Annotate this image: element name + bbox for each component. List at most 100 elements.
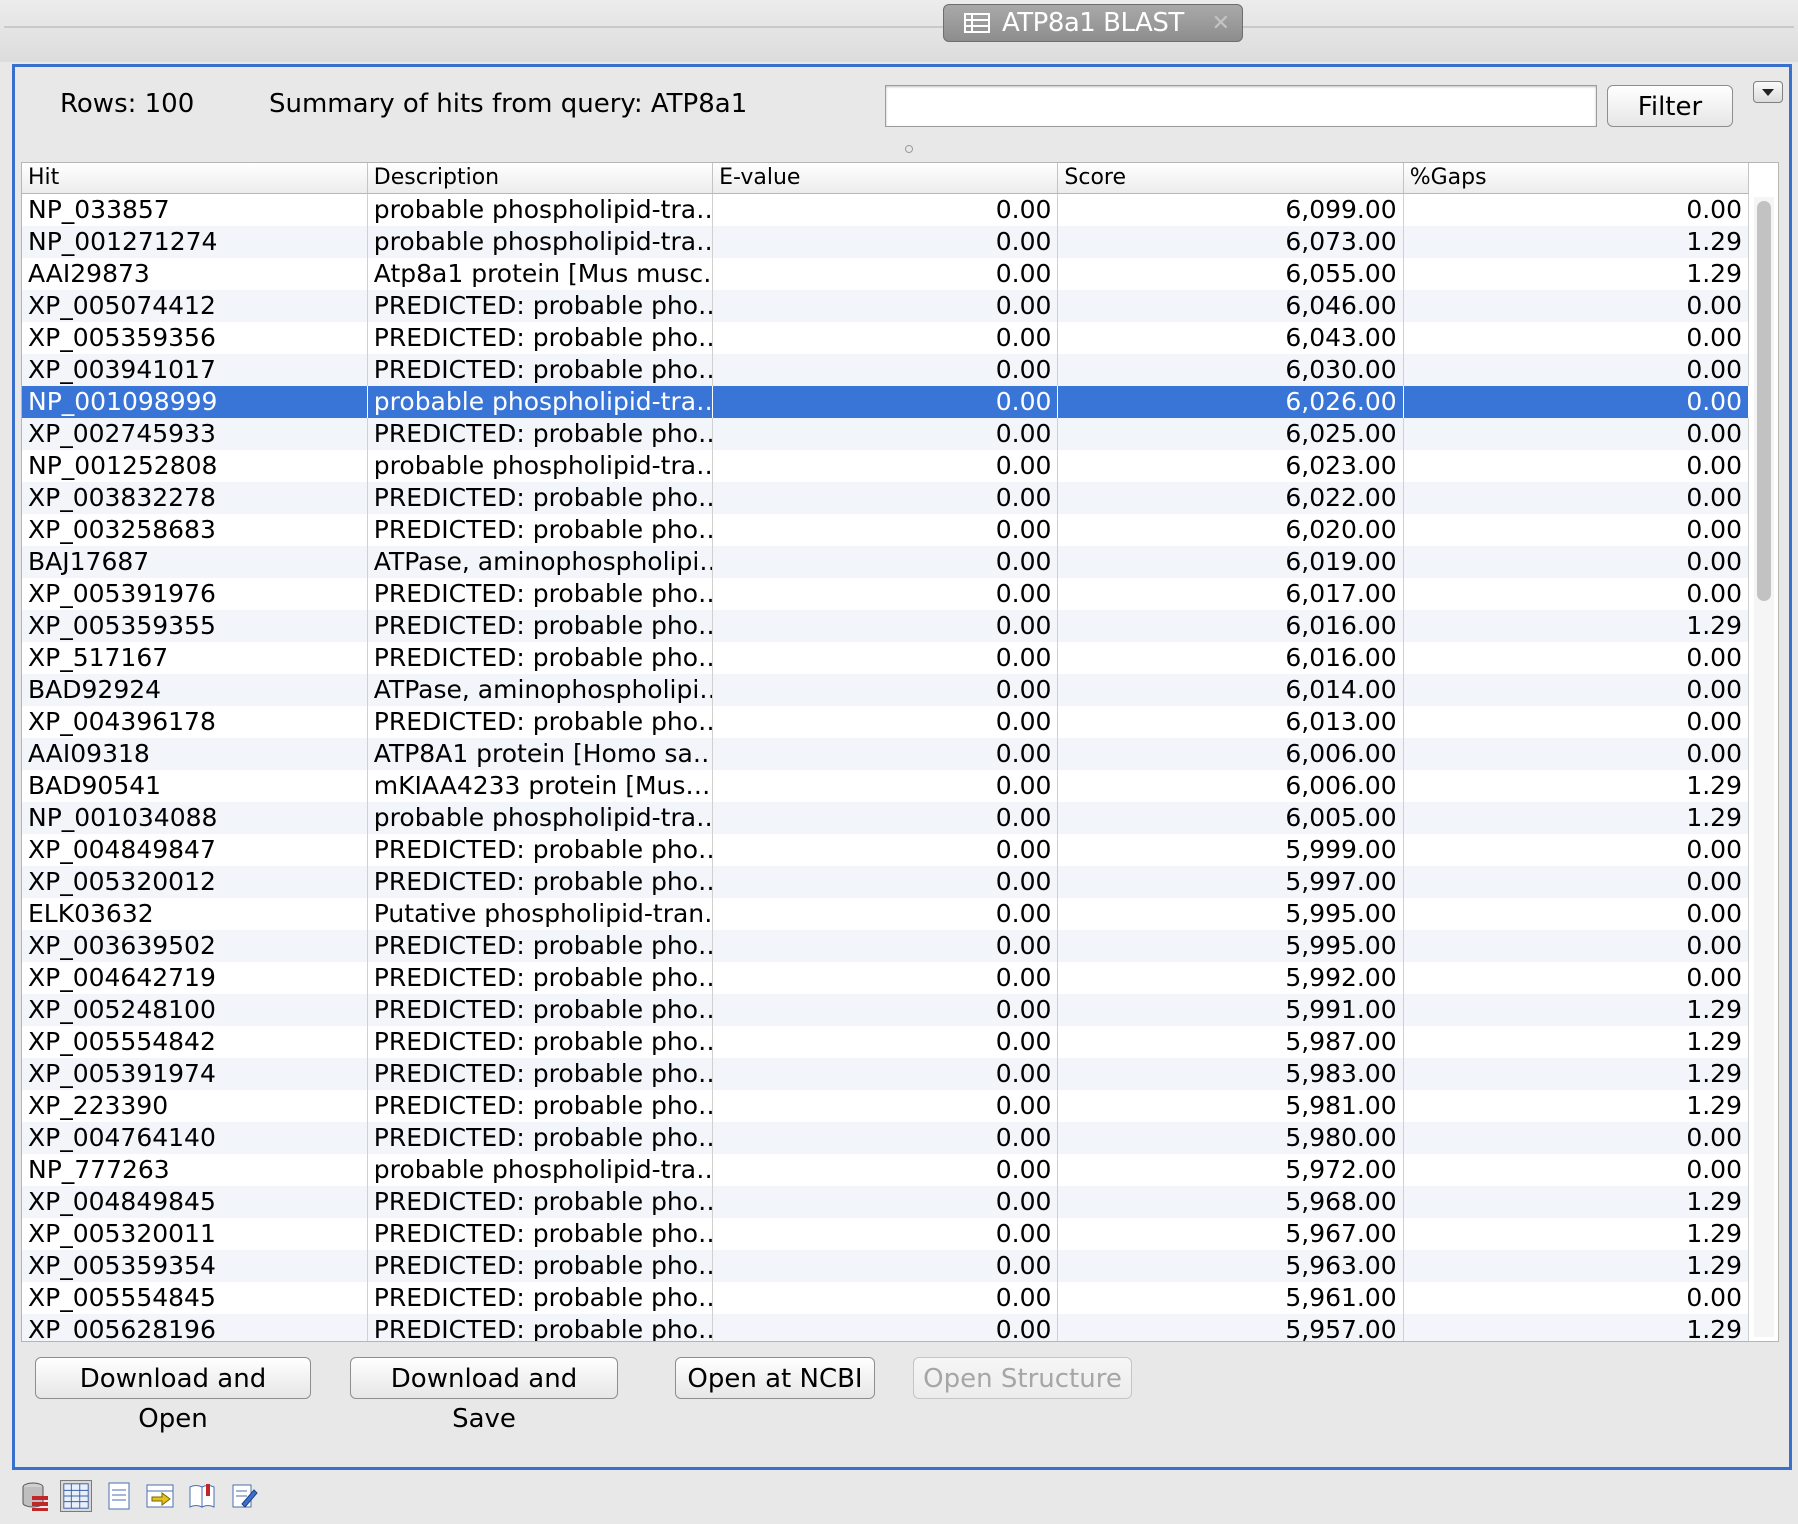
cell-gaps: 0.00 (1403, 417, 1750, 450)
close-icon[interactable]: ✕ (1212, 11, 1230, 36)
table-row[interactable]: XP_005320012 PREDICTED: probable pho… 0.00… (22, 865, 1750, 898)
table-row[interactable]: XP_004764140 PREDICTED: probable pho… 0.00… (22, 1121, 1750, 1154)
cell-evalue: 0.00 (712, 225, 1059, 258)
table-row[interactable]: AAI09318 ATP8A1 protein [Homo sa… 0.00 6,00… (22, 737, 1750, 770)
cell-description: PREDICTED: probable pho… (367, 1025, 714, 1058)
export-icon[interactable] (144, 1480, 176, 1512)
cell-description: PREDICTED: probable pho… (367, 993, 714, 1026)
open-at-ncbi-button[interactable]: Open at NCBI (675, 1357, 875, 1399)
cell-hit: XP_003941017 (22, 353, 368, 386)
cell-gaps: 0.00 (1403, 449, 1750, 482)
chevron-down-icon[interactable] (1753, 81, 1783, 103)
table-row[interactable]: XP_005359356 PREDICTED: probable pho… 0.00… (22, 321, 1750, 354)
table-row[interactable]: NP_777263 probable phospholipid-tra… 0.00 5… (22, 1153, 1750, 1186)
table-row[interactable]: XP_004642719 PREDICTED: probable pho… 0.00… (22, 961, 1750, 994)
table-row[interactable]: BAD90541 mKIAA4233 protein [Mus… 0.00 6,006… (22, 769, 1750, 802)
filter-input[interactable] (885, 85, 1597, 127)
cell-hit: XP_005391976 (22, 577, 368, 610)
cell-score: 6,025.00 (1057, 417, 1404, 450)
edit-document-icon[interactable] (228, 1480, 260, 1512)
table-view-icon[interactable] (60, 1480, 92, 1512)
cell-description: probable phospholipid-tra… (367, 801, 714, 834)
splitter-handle[interactable] (905, 145, 913, 153)
cell-hit: XP_517167 (22, 641, 368, 674)
cell-gaps: 0.00 (1403, 513, 1750, 546)
cell-score: 6,013.00 (1057, 705, 1404, 738)
table-row[interactable]: XP_005074412 PREDICTED: probable pho… 0.00… (22, 289, 1750, 322)
cell-evalue: 0.00 (712, 609, 1059, 642)
column-header-description[interactable]: Description (367, 163, 714, 194)
table-row[interactable]: BAD92924 ATPase, aminophospholipi… 0.00 6,0… (22, 673, 1750, 706)
hits-table-container: Hit Description E-value Score %Gaps NP_0… (21, 162, 1779, 1342)
table-row[interactable]: XP_517167 PREDICTED: probable pho… 0.00 6,0… (22, 641, 1750, 674)
open-structure-button[interactable]: Open Structure (913, 1357, 1132, 1399)
tab-atp8a1-blast[interactable]: ATP8a1 BLAST ✕ (943, 4, 1243, 42)
table-row[interactable]: XP_002745933 PREDICTED: probable pho… 0.00… (22, 417, 1750, 450)
column-header-evalue[interactable]: E-value (712, 163, 1059, 194)
table-row[interactable]: XP_005391974 PREDICTED: probable pho… 0.00… (22, 1057, 1750, 1090)
table-row[interactable]: XP_004849845 PREDICTED: probable pho… 0.00… (22, 1185, 1750, 1218)
download-and-open-button[interactable]: Download and Open (35, 1357, 311, 1434)
cell-hit: XP_005248100 (22, 993, 368, 1026)
table-row[interactable]: XP_005628196 PREDICTED: probable pho… 0.00… (22, 1313, 1750, 1341)
table-row[interactable]: XP_003941017 PREDICTED: probable pho… 0.00… (22, 353, 1750, 386)
cell-description: PREDICTED: probable pho… (367, 417, 714, 450)
column-header-gaps[interactable]: %Gaps (1403, 163, 1750, 194)
cell-hit: XP_004849847 (22, 833, 368, 866)
table-row[interactable]: XP_005248100 PREDICTED: probable pho… 0.00… (22, 993, 1750, 1026)
table-row[interactable]: XP_004396178 PREDICTED: probable pho… 0.00… (22, 705, 1750, 738)
cell-hit: BAJ17687 (22, 545, 368, 578)
table-row[interactable]: NP_001252808 probable phospholipid-tra… 0.… (22, 449, 1750, 482)
table-row[interactable]: XP_005359355 PREDICTED: probable pho… 0.00… (22, 609, 1750, 642)
cell-score: 6,014.00 (1057, 673, 1404, 706)
table-row[interactable]: XP_005320011 PREDICTED: probable pho… 0.00… (22, 1217, 1750, 1250)
table-row[interactable]: XP_005391976 PREDICTED: probable pho… 0.00… (22, 577, 1750, 610)
cell-gaps: 0.00 (1403, 353, 1750, 386)
table-row[interactable]: NP_001034088 probable phospholipid-tra… 0.… (22, 801, 1750, 834)
table-row[interactable]: BAJ17687 ATPase, aminophospholipi… 0.00 6,0… (22, 545, 1750, 578)
cell-hit: XP_005359356 (22, 321, 368, 354)
cell-evalue: 0.00 (712, 1025, 1059, 1058)
table-row[interactable]: NP_001098999 probable phospholipid-tra… 0.… (22, 385, 1750, 418)
blast-results-panel: Rows: 100 Summary of hits from query: AT… (12, 64, 1792, 1470)
table-row[interactable]: NP_001271274 probable phospholipid-tra… 0.… (22, 225, 1750, 258)
scrollbar-thumb[interactable] (1757, 201, 1771, 601)
cell-score: 6,046.00 (1057, 289, 1404, 322)
cell-evalue: 0.00 (712, 769, 1059, 802)
cell-description: PREDICTED: probable pho… (367, 481, 714, 514)
cell-score: 5,967.00 (1057, 1217, 1404, 1250)
column-header-hit[interactable]: Hit (22, 163, 368, 194)
cell-score: 5,991.00 (1057, 993, 1404, 1026)
cell-evalue: 0.00 (712, 385, 1059, 418)
window-titlebar (0, 0, 1798, 62)
table-header-row: Hit Description E-value Score %Gaps (22, 163, 1750, 194)
column-header-score[interactable]: Score (1057, 163, 1404, 194)
cell-description: PREDICTED: probable pho… (367, 1057, 714, 1090)
table-row[interactable]: XP_003258683 PREDICTED: probable pho… 0.00… (22, 513, 1750, 546)
table-row[interactable]: XP_005359354 PREDICTED: probable pho… 0.00… (22, 1249, 1750, 1282)
table-row[interactable]: XP_004849847 PREDICTED: probable pho… 0.00… (22, 833, 1750, 866)
table-row[interactable]: XP_005554842 PREDICTED: probable pho… 0.00… (22, 1025, 1750, 1058)
book-icon[interactable] (186, 1480, 218, 1512)
cell-description: PREDICTED: probable pho… (367, 1313, 714, 1341)
table-row[interactable]: XP_003832278 PREDICTED: probable pho… 0.00… (22, 481, 1750, 514)
table-row[interactable]: ELK03632 Putative phospholipid-tran… 0.00 5… (22, 897, 1750, 930)
cell-gaps: 1.29 (1403, 1185, 1750, 1218)
cell-score: 5,968.00 (1057, 1185, 1404, 1218)
text-view-icon[interactable] (102, 1480, 134, 1512)
vertical-scrollbar[interactable] (1754, 197, 1774, 1337)
filter-button[interactable]: Filter (1607, 85, 1733, 127)
bottom-toolbar (18, 1476, 260, 1516)
table-row[interactable]: XP_003639502 PREDICTED: probable pho… 0.00… (22, 929, 1750, 962)
database-icon[interactable] (18, 1480, 50, 1512)
table-row[interactable]: AAI29873 Atp8a1 protein [Mus musc… 0.00 6,0… (22, 257, 1750, 290)
cell-gaps: 1.29 (1403, 1249, 1750, 1282)
cell-gaps: 1.29 (1403, 1217, 1750, 1250)
cell-score: 5,980.00 (1057, 1121, 1404, 1154)
download-and-save-button[interactable]: Download and Save (350, 1357, 618, 1434)
cell-gaps: 0.00 (1403, 545, 1750, 578)
table-row[interactable]: XP_005554845 PREDICTED: probable pho… 0.00… (22, 1281, 1750, 1314)
table-row[interactable]: NP_033857 probable phospholipid-tra… 0.00 6… (22, 193, 1750, 226)
cell-score: 5,972.00 (1057, 1153, 1404, 1186)
table-row[interactable]: XP_223390 PREDICTED: probable pho… 0.00 5,9… (22, 1089, 1750, 1122)
